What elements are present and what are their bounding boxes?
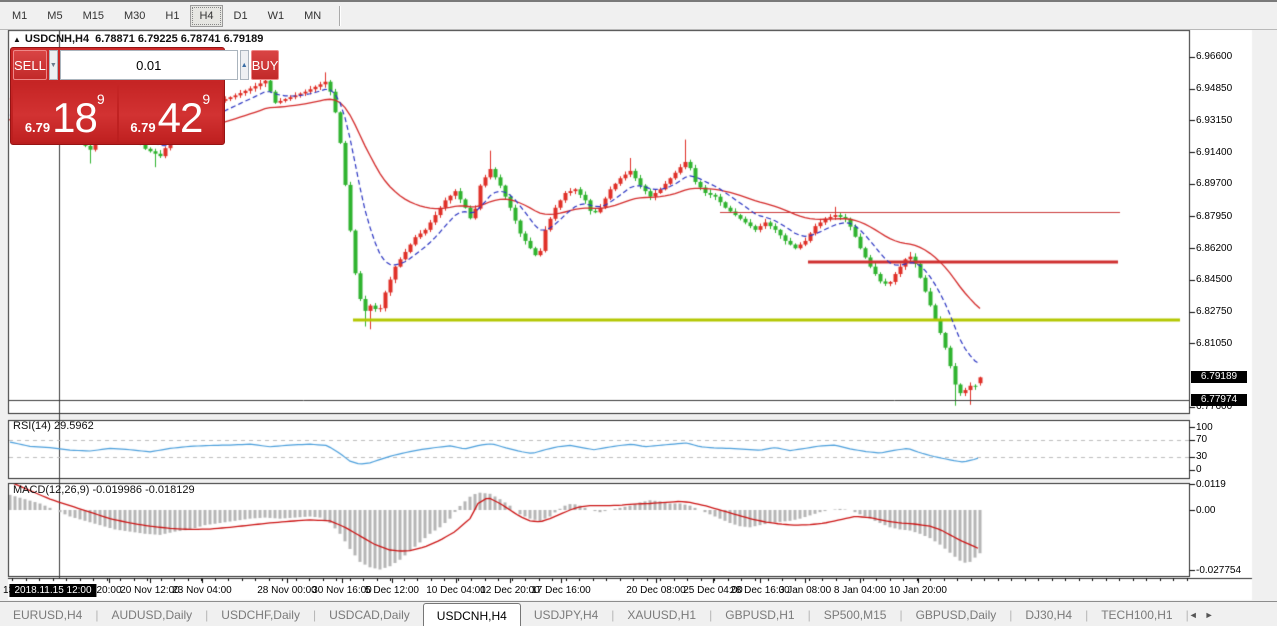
volume-increase-button[interactable]: ▲: [240, 50, 249, 80]
tab-sp500-m15[interactable]: SP500,M15: [811, 602, 900, 626]
tab-dj30-h4[interactable]: DJ30,H4: [1012, 602, 1085, 626]
time-axis-label: 28 Nov 00:00: [257, 585, 317, 596]
tab-scroll-arrows: ◄ ►: [1189, 602, 1277, 626]
buy-button[interactable]: BUY: [251, 50, 280, 80]
macd-axis-label: 0.00: [1196, 505, 1215, 516]
macd-indicator-label: MACD(12,26,9) -0.019986 -0.018129: [13, 484, 195, 496]
one-click-trade-panel: SELL ▼ ▲ BUY 6.79 18 9 6.79 42 9: [10, 47, 225, 145]
chart-symbol-period: USDCNH,H4: [25, 33, 89, 45]
time-axis-label: 20 Nov 12:00: [120, 585, 180, 596]
chart-ohlc-values: 6.78871 6.79225 6.78741 6.79189: [95, 33, 263, 45]
macd-axis-label: -0.027754: [1196, 565, 1241, 576]
tab-gbpusd-daily[interactable]: GBPUSD,Daily: [903, 602, 1010, 626]
buy-price-major: 6.79: [130, 118, 155, 138]
collapse-triangle-icon[interactable]: ▲: [13, 35, 21, 44]
price-axis-label: 6.87950: [1196, 211, 1232, 222]
tab-usdcnh-h4[interactable]: USDCNH,H4: [423, 603, 521, 626]
timeframe-buttons: M1M5M15M30H1H4D1W1MN: [0, 5, 331, 27]
rsi-axis-label: 30: [1196, 451, 1207, 462]
toolbar-separator: [339, 6, 341, 26]
price-axis-label: 6.81050: [1196, 338, 1232, 349]
price-axis-label: 6.82750: [1196, 306, 1232, 317]
macd-values: -0.019986 -0.018129: [92, 484, 194, 496]
tab-scroll-left-icon[interactable]: ◄: [1189, 610, 1198, 620]
sell-price-major: 6.79: [25, 118, 50, 138]
sell-button[interactable]: SELL: [13, 50, 47, 80]
price-axis-label: 6.94850: [1196, 83, 1232, 94]
timeframe-button-h1[interactable]: H1: [156, 5, 188, 27]
tab-tech100-h1[interactable]: TECH100,H1: [1088, 602, 1185, 626]
crosshair-price-badge: 6.77974: [1191, 394, 1247, 406]
sell-price-fraction: 9: [97, 92, 105, 106]
chart-title: ▲ USDCNH,H4 6.78871 6.79225 6.78741 6.7918…: [13, 33, 263, 45]
macd-name: MACD(12,26,9): [13, 484, 89, 496]
trading-terminal-window: M1M5M15M30H1H4D1W1MN ▲ USDCNH,H4 6.78871 6…: [0, 0, 1277, 626]
rsi-name: RSI(14): [13, 420, 51, 432]
volume-decrease-button[interactable]: ▼: [49, 50, 58, 80]
timeframe-button-d1[interactable]: D1: [225, 5, 257, 27]
timeframe-button-mn[interactable]: MN: [295, 5, 330, 27]
tab-usdcad-daily[interactable]: USDCAD,Daily: [316, 602, 423, 626]
timeframe-toolbar: M1M5M15M30H1H4D1W1MN: [0, 2, 1277, 30]
tab-eurusd-h4[interactable]: EURUSD,H4: [0, 602, 95, 626]
time-axis-label: 10 Jan 20:00: [889, 585, 947, 596]
crosshair-time-badge: 2018.11.15 12:00: [9, 584, 96, 597]
macd-axis-label: 0.0119: [1196, 479, 1226, 490]
tabs-host: EURUSD,H4|AUDUSD,Daily|USDCHF,Daily|USDC…: [0, 602, 1189, 626]
current-price-badge: 6.79189: [1191, 371, 1247, 383]
rsi-axis-label: 100: [1196, 422, 1213, 433]
tab-xauusd-h1[interactable]: XAUUSD,H1: [614, 602, 709, 626]
price-axis-label: 6.93150: [1196, 115, 1232, 126]
time-axis-label: 20 Dec 08:00: [626, 585, 686, 596]
time-axis-label: 3 Jan 08:00: [779, 585, 831, 596]
time-axis-label: 5 Dec 12:00: [365, 585, 419, 596]
price-axis-label: 6.86200: [1196, 243, 1232, 254]
timeframe-button-m15[interactable]: M15: [74, 5, 113, 27]
timeframe-button-m5[interactable]: M5: [38, 5, 71, 27]
timeframe-button-h4[interactable]: H4: [190, 5, 222, 27]
sell-price-pips: 18: [52, 98, 97, 138]
time-axis-label: 8 Jan 04:00: [834, 585, 886, 596]
time-axis-label: 10 Dec 04:00: [426, 585, 486, 596]
tab-gbpusd-h1[interactable]: GBPUSD,H1: [712, 602, 807, 626]
volume-input[interactable]: [60, 50, 238, 80]
sell-price-area[interactable]: 6.79 18 9: [13, 82, 117, 142]
tab-usdchf-daily[interactable]: USDCHF,Daily: [208, 602, 313, 626]
trade-panel-price-row: 6.79 18 9 6.79 42 9: [13, 82, 222, 142]
time-axis-label: 23 Nov 04:00: [172, 585, 232, 596]
tab-audusd-daily[interactable]: AUDUSD,Daily: [98, 602, 205, 626]
rsi-indicator-label: RSI(14) 29.5962: [13, 420, 94, 432]
price-axis-label: 6.96600: [1196, 51, 1232, 62]
price-axis-label: 6.89700: [1196, 178, 1232, 189]
rsi-value: 29.5962: [54, 420, 94, 432]
time-axis-label: 30 Nov 16:00: [312, 585, 372, 596]
price-axis-label: 6.84500: [1196, 274, 1232, 285]
timeframe-button-w1[interactable]: W1: [259, 5, 294, 27]
chart-tab-bar: EURUSD,H4|AUDUSD,Daily|USDCHF,Daily|USDC…: [0, 601, 1277, 626]
timeframe-button-m1[interactable]: M1: [3, 5, 36, 27]
tab-scroll-right-icon[interactable]: ►: [1205, 610, 1214, 620]
buy-price-pips: 42: [158, 98, 203, 138]
rsi-axis-label: 70: [1196, 434, 1207, 445]
buy-price-area[interactable]: 6.79 42 9: [119, 82, 223, 142]
time-axis-label: 20:00: [96, 585, 121, 596]
tab-usdjpy-h4[interactable]: USDJPY,H4: [521, 602, 611, 626]
buy-price-fraction: 9: [202, 92, 210, 106]
rsi-axis-label: 0: [1196, 464, 1202, 475]
time-axis-label: 17 Dec 16:00: [531, 585, 591, 596]
price-axis-label: 6.91400: [1196, 147, 1232, 158]
timeframe-button-m30[interactable]: M30: [115, 5, 154, 27]
trade-panel-top-row: SELL ▼ ▲ BUY: [13, 50, 222, 80]
